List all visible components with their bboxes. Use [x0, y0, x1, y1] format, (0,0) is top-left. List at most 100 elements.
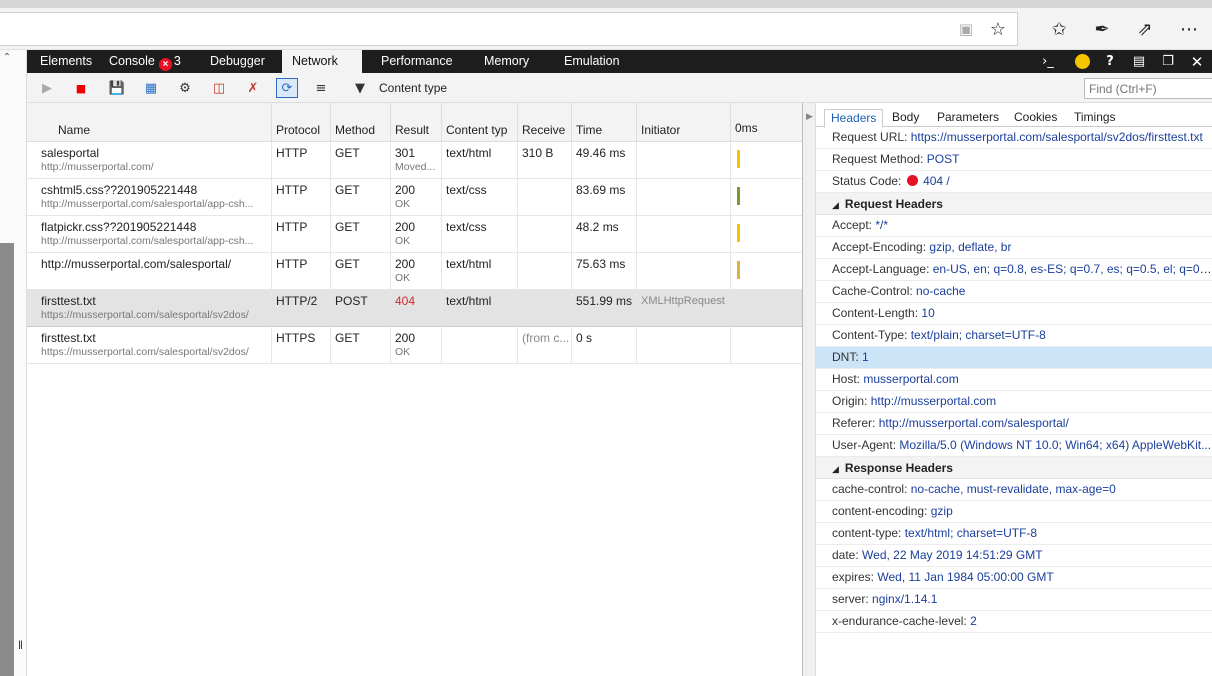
tab-label: Performance	[381, 54, 453, 68]
tab-timings[interactable]: Timings	[1068, 109, 1122, 128]
header-row[interactable]: expires: Wed, 11 Jan 1984 05:00:00 GMT	[816, 567, 1212, 589]
column-protocol[interactable]: Protocol	[272, 103, 331, 142]
header-row[interactable]: server: nginx/1.14.1	[816, 589, 1212, 611]
find-input[interactable]	[1084, 78, 1212, 99]
request-path: https://musserportal.com/salesportal/sv2…	[41, 346, 249, 358]
header-row[interactable]: User-Agent: Mozilla/5.0 (Windows NT 10.0…	[816, 435, 1212, 457]
header-row[interactable]: Host: musserportal.com	[816, 369, 1212, 391]
favorite-star-icon[interactable]: ☆	[985, 16, 1011, 42]
import-har-icon[interactable]: ▦	[140, 78, 162, 98]
table-row[interactable]: firsttest.txt https://musserportal.com/sa…	[27, 290, 803, 327]
column-method[interactable]: Method	[331, 103, 391, 142]
details-pane: Headers Body Parameters Cookies Timings …	[816, 103, 1212, 676]
resize-grip-icon[interactable]: ‖	[18, 638, 23, 652]
column-timeline[interactable]: 0ms	[731, 103, 803, 142]
share-icon[interactable]: ⇗	[1132, 16, 1158, 42]
cell-received	[518, 216, 572, 253]
tab-label: Memory	[484, 54, 530, 68]
tab-network[interactable]: Network	[282, 50, 362, 90]
table-row[interactable]: firsttest.txt https://musserportal.com/sa…	[27, 327, 803, 364]
header-row[interactable]: DNT: 1	[816, 347, 1212, 369]
tab-debugger[interactable]: Debugger	[200, 50, 275, 73]
tab-performance[interactable]: Performance	[371, 50, 463, 73]
header-row[interactable]: content-type: text/html; charset=UTF-8	[816, 523, 1212, 545]
column-name[interactable]: Name	[27, 103, 272, 142]
method-value: GET	[335, 146, 360, 160]
tab-elements[interactable]: Elements	[30, 50, 102, 73]
column-result[interactable]: Result	[391, 103, 442, 142]
always-refresh-icon[interactable]: ⚙	[174, 78, 196, 98]
pane-splitter[interactable]: ▶	[802, 103, 816, 676]
header-row[interactable]: Request Method: POST	[816, 149, 1212, 171]
header-row[interactable]: Origin: http://musserportal.com	[816, 391, 1212, 413]
console-toggle-icon[interactable]: ›_	[1034, 50, 1062, 73]
tab-emulation[interactable]: Emulation	[554, 50, 630, 73]
cell-initiator	[637, 142, 731, 179]
tab-console[interactable]: Console × 3	[99, 50, 191, 73]
cell-result: 200 OK	[391, 216, 442, 253]
stop-recording-icon[interactable]: ■	[70, 78, 92, 98]
column-content-type[interactable]: Content typ	[442, 103, 518, 142]
tab-body[interactable]: Body	[886, 109, 925, 128]
result-text: OK	[395, 272, 411, 284]
clear-cache-icon[interactable]: ✗	[242, 78, 264, 98]
header-row[interactable]: Status Code: 404 /	[816, 171, 1212, 193]
header-row[interactable]: x-endurance-cache-level: 2	[816, 611, 1212, 633]
table-row[interactable]: flatpickr.css??201905221448 http://musser…	[27, 216, 803, 253]
feedback-smiley-icon[interactable]	[1068, 50, 1096, 73]
save-icon[interactable]: 💾	[106, 78, 128, 98]
cell-content-type: text/html	[442, 142, 518, 179]
cell-method: GET	[331, 179, 391, 216]
devtools-tab-bar: Elements Console × 3 Debugger Network Perf…	[27, 50, 1212, 90]
table-row[interactable]: cshtml5.css??201905221448 http://musserpo…	[27, 179, 803, 216]
pen-notes-icon[interactable]: ✒	[1089, 16, 1115, 42]
dock-bottom-icon[interactable]: ▤	[1125, 50, 1153, 73]
tab-headers[interactable]: Headers	[824, 109, 884, 128]
favorites-hub-icon[interactable]: ✩	[1046, 16, 1072, 42]
column-time[interactable]: Time	[572, 103, 637, 142]
cell-time: 48.2 ms	[572, 216, 637, 253]
tab-memory[interactable]: Memory	[474, 50, 539, 73]
result-code: 200	[395, 257, 416, 271]
scroll-up-icon[interactable]: ⌃	[0, 52, 14, 63]
cell-timeline	[731, 253, 803, 290]
header-row[interactable]: Accept-Encoding: gzip, deflate, br	[816, 237, 1212, 259]
header-key: content-encoding:	[832, 504, 928, 518]
clear-session-icon[interactable]: ◫	[208, 78, 230, 98]
filter-icon[interactable]: ▼	[349, 78, 371, 98]
header-row[interactable]: Referer: http://musserportal.com/salespo…	[816, 413, 1212, 435]
header-row[interactable]: Accept: */*	[816, 215, 1212, 237]
page-scrollbar[interactable]	[0, 243, 14, 676]
clear-entries-icon[interactable]: ⟳	[276, 78, 298, 98]
play-icon[interactable]: ▶	[36, 78, 58, 98]
tab-parameters[interactable]: Parameters	[931, 109, 1005, 128]
undock-icon[interactable]: ❐	[1154, 50, 1182, 73]
table-row[interactable]: http://musserportal.com/salesportal/HTTP…	[27, 253, 803, 290]
header-row[interactable]: Accept-Language: en-US, en; q=0.8, es-ES…	[816, 259, 1212, 281]
address-bar[interactable]	[0, 12, 1018, 46]
close-devtools-icon[interactable]: ✕	[1183, 50, 1211, 73]
header-row[interactable]: date: Wed, 22 May 2019 14:51:29 GMT	[816, 545, 1212, 567]
section-header[interactable]: ◢ Request Headers	[816, 193, 1212, 215]
help-icon[interactable]: ?	[1096, 50, 1124, 73]
collapse-arrow-icon[interactable]: ▶	[806, 111, 813, 122]
tab-cookies[interactable]: Cookies	[1008, 109, 1063, 128]
clear-list-icon[interactable]: ≡	[310, 78, 332, 98]
header-row[interactable]: Content-Type: text/plain; charset=UTF-8	[816, 325, 1212, 347]
header-row[interactable]: cache-control: no-cache, must-revalidate…	[816, 479, 1212, 501]
cell-initiator	[637, 179, 731, 216]
cell-name: salesportal http://musserportal.com/	[27, 142, 272, 179]
header-row[interactable]: Content-Length: 10	[816, 303, 1212, 325]
header-row[interactable]: content-encoding: gzip	[816, 501, 1212, 523]
column-received[interactable]: Receive	[518, 103, 572, 142]
table-row[interactable]: salesportal http://musserportal.com/HTTP G…	[27, 142, 803, 179]
column-initiator[interactable]: Initiator	[637, 103, 731, 142]
reading-view-icon[interactable]: ▣	[953, 16, 979, 42]
timeline-bar	[737, 150, 740, 168]
time-value: 0 s	[576, 331, 593, 345]
header-row[interactable]: Cache-Control: no-cache	[816, 281, 1212, 303]
header-row[interactable]: Request URL: https://musserportal.com/sa…	[816, 127, 1212, 149]
content-type-filter[interactable]: Content type	[379, 81, 447, 95]
more-menu-icon[interactable]: ⋯	[1176, 16, 1202, 42]
section-header[interactable]: ◢ Response Headers	[816, 457, 1212, 479]
